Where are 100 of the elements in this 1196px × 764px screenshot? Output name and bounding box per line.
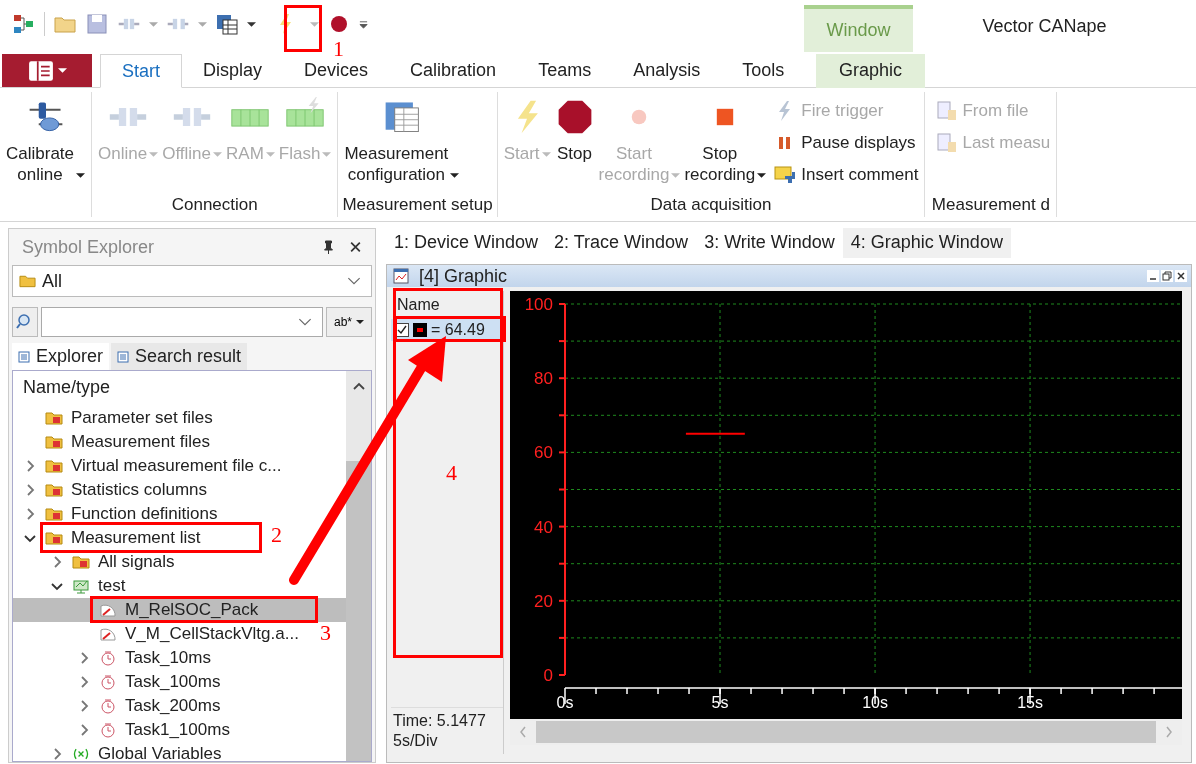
tree-item[interactable]: Task_100ms	[13, 670, 221, 694]
save-icon[interactable]	[85, 12, 109, 36]
chevron-down-icon	[347, 276, 361, 286]
group-label: Data acquisition	[649, 195, 773, 216]
tree-item[interactable]: V_M_CellStackVltg.a...	[13, 622, 299, 646]
chevron-down-icon	[298, 317, 312, 327]
axis-label: 15s	[1017, 694, 1043, 712]
minimize-icon[interactable]	[1147, 270, 1159, 282]
customize-icon[interactable]	[359, 19, 368, 29]
axis-label: 60	[534, 443, 553, 463]
caret-icon	[356, 318, 364, 326]
ribbon-button[interactable]: Pause displays	[772, 129, 921, 157]
search-button[interactable]	[12, 307, 38, 337]
axis-label: 40	[534, 517, 553, 537]
ribbon-tab[interactable]: Analysis	[612, 54, 722, 88]
gauge-icon	[99, 626, 117, 642]
folder-icon	[45, 434, 63, 450]
folder-icon	[45, 530, 63, 546]
document-icon	[935, 132, 958, 154]
contextual-tab-group: Window	[804, 5, 913, 52]
tree-item[interactable]: All signals	[13, 550, 175, 574]
column-header: Name	[396, 295, 441, 315]
ribbon-button[interactable]: Stop	[552, 97, 597, 195]
ribbon-tab[interactable]: Start	[100, 54, 182, 88]
axis-label: 0s	[556, 694, 574, 712]
document-icon	[935, 100, 958, 122]
folder-icon	[45, 458, 63, 474]
axis-label: 0	[543, 666, 553, 685]
group-label: Measurement d	[930, 195, 1051, 216]
axis-label: 100	[524, 295, 553, 314]
annotation-number: 2	[271, 522, 282, 548]
list-icon	[18, 350, 30, 363]
close-icon[interactable]	[349, 240, 362, 254]
ribbon-button[interactable]: Calibrate online	[4, 97, 88, 217]
tree-item[interactable]: test	[13, 574, 126, 598]
axis-label: 10s	[862, 694, 888, 712]
folder-icon	[72, 554, 90, 570]
hierarchy-icon[interactable]	[12, 12, 36, 36]
ribbon-tab[interactable]: Display	[182, 54, 284, 88]
tree-item[interactable]: Task_10ms	[13, 646, 211, 670]
axis-label: 20	[534, 591, 553, 611]
ribbon-tab[interactable]: Graphic	[816, 54, 925, 88]
document-tab[interactable]: 4: Graphic Window	[842, 228, 1011, 258]
tree-item[interactable]: Task1_100ms	[13, 718, 230, 742]
ribbon-button[interactable]: Measurement configuration	[342, 97, 462, 195]
ribbon-tab[interactable]: Tools	[721, 54, 806, 88]
tree-item[interactable]: Task_200ms	[13, 694, 221, 718]
panel-tab[interactable]: Explorer	[12, 343, 110, 370]
tree-item[interactable]: Measurement list	[13, 526, 201, 550]
scroll-up-icon[interactable]	[351, 381, 366, 391]
variable-icon	[72, 746, 90, 762]
scrollbar[interactable]	[346, 371, 371, 761]
axis-label: 5s	[711, 694, 729, 712]
time-scale: 5s/Div	[393, 732, 439, 750]
tree-item[interactable]: Statistics columns	[13, 478, 208, 502]
list-icon	[117, 350, 130, 363]
window-title: Vector CANape	[981, 15, 1108, 37]
group-label: Connection	[170, 195, 259, 216]
monitor-icon	[72, 578, 90, 594]
stopwatch-icon	[99, 674, 117, 690]
time-readout: Time: 5.1477	[393, 712, 487, 730]
column-header[interactable]: Name/type	[13, 371, 346, 406]
graph-window-icon	[393, 268, 409, 284]
window-title: [4] Graphic	[419, 265, 509, 287]
filter-dropdown[interactable]: All	[12, 265, 372, 297]
tree-item[interactable]: Function definitions	[13, 502, 218, 526]
ribbon-button[interactable]: Insert comment	[772, 161, 921, 189]
annotation-number: 3	[320, 620, 331, 646]
caret-icon[interactable]	[247, 19, 256, 29]
tree-item[interactable]: Virtual measurement file c...	[13, 454, 282, 478]
close-icon[interactable]	[1175, 270, 1187, 282]
windows-icon[interactable]	[215, 12, 239, 36]
annotation-number: 4	[446, 460, 457, 486]
panel-title: Symbol Explorer	[22, 236, 156, 258]
stopwatch-icon	[99, 650, 117, 666]
document-tab[interactable]: 3: Write Window	[696, 228, 843, 258]
add-note-icon	[774, 164, 797, 186]
pin-icon[interactable]	[322, 240, 335, 254]
search-mode-button[interactable]: ab*	[326, 307, 372, 337]
file-menu-button[interactable]	[2, 54, 92, 87]
gauge-icon	[99, 602, 117, 618]
folder-icon	[45, 506, 63, 522]
tree-item[interactable]: Parameter set files	[13, 406, 213, 430]
caret-icon	[57, 66, 67, 75]
search-field[interactable]	[41, 307, 323, 337]
panel-icon	[27, 59, 54, 82]
ribbon-button[interactable]: Stop recording	[682, 97, 769, 195]
document-tab[interactable]: 1: Device Window	[386, 228, 547, 258]
tree-item[interactable]: Measurement files	[13, 430, 210, 454]
group-label: Measurement setup	[342, 195, 493, 216]
panel-tab[interactable]: Search result	[111, 343, 248, 370]
folder-icon	[19, 274, 36, 288]
tree-item[interactable]: Global Variables	[13, 742, 222, 764]
signal-color-icon	[413, 323, 427, 337]
document-tab[interactable]: 2: Trace Window	[546, 228, 697, 258]
ribbon-tab[interactable]: Calibration	[389, 54, 518, 88]
stopwatch-icon	[99, 698, 117, 714]
restore-icon[interactable]	[1161, 270, 1173, 282]
stopwatch-icon	[99, 722, 117, 738]
ribbon-tab[interactable]: Teams	[517, 54, 613, 88]
